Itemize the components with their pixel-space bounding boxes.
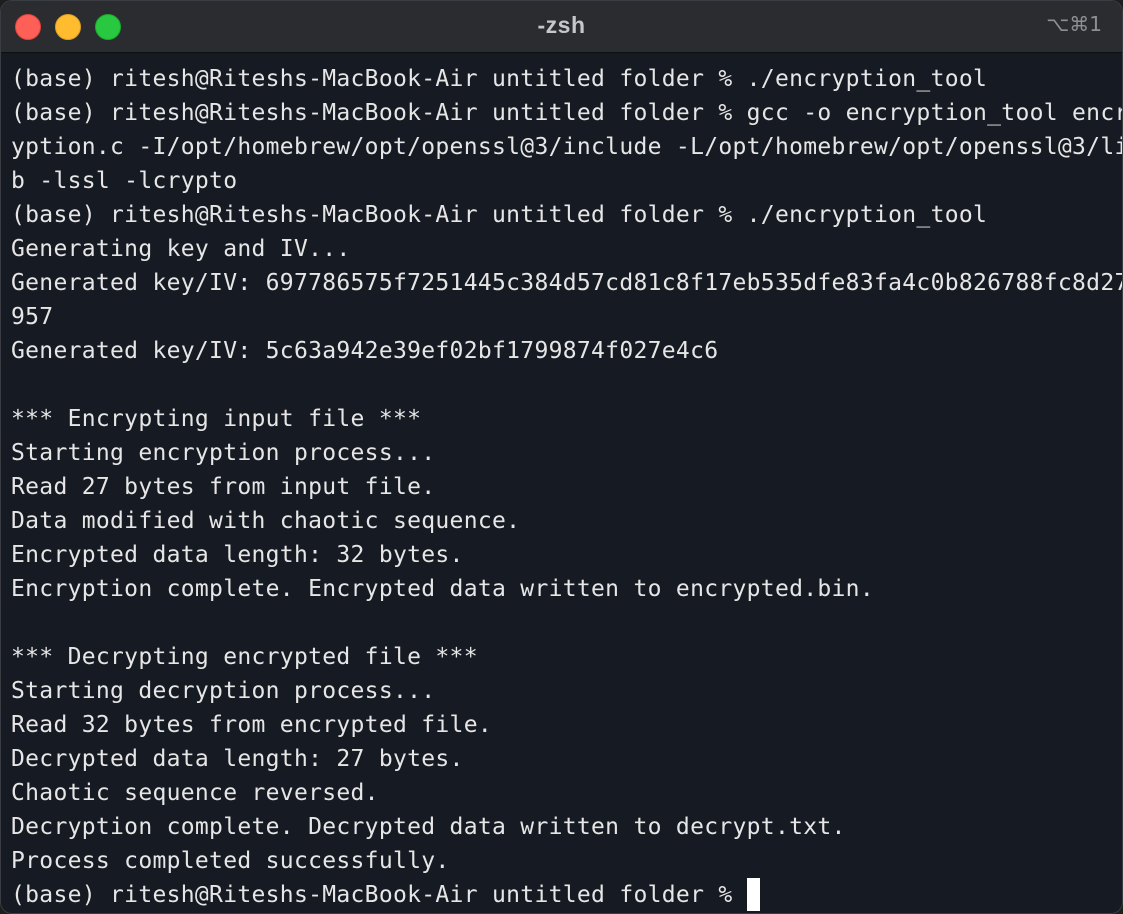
terminal-output-area[interactable]: (base) ritesh@Riteshs-MacBook-Air untitl… — [1, 53, 1123, 913]
terminal-line: Read 27 bytes from input file. — [11, 474, 436, 500]
window-title: -zsh — [537, 12, 586, 38]
terminal-line: (base) ritesh@Riteshs-MacBook-Air untitl… — [11, 100, 1123, 126]
terminal-line: Read 32 bytes from encrypted file. — [11, 712, 493, 738]
terminal-line: Generated key/IV: 697786575f7251445c384d… — [11, 270, 1123, 296]
terminal-line: (base) ritesh@Riteshs-MacBook-Air untitl… — [11, 66, 988, 92]
terminal-line: Generating key and IV... — [11, 236, 351, 262]
text-cursor — [746, 878, 760, 911]
terminal-line: *** Decrypting encrypted file *** — [11, 644, 478, 670]
title-bar[interactable]: -zsh ⌥⌘1 — [1, 1, 1122, 53]
terminal-line: Starting decryption process... — [11, 678, 436, 704]
terminal-prompt: (base) ritesh@Riteshs-MacBook-Air untitl… — [11, 882, 747, 908]
terminal-line: (base) ritesh@Riteshs-MacBook-Air untitl… — [11, 202, 988, 228]
terminal-line: b -lssl -lcrypto — [11, 168, 238, 194]
terminal-line: Data modified with chaotic sequence. — [11, 508, 521, 534]
terminal-window: -zsh ⌥⌘1 (base) ritesh@Riteshs-MacBook-A… — [0, 0, 1123, 914]
window-shortcut-hint: ⌥⌘1 — [1046, 12, 1102, 36]
terminal-line: Encrypted data length: 32 bytes. — [11, 542, 464, 568]
terminal-line: Process completed successfully. — [11, 848, 450, 874]
terminal-line: Chaotic sequence reversed. — [11, 780, 379, 806]
terminal-line: Decryption complete. Decrypted data writ… — [11, 814, 846, 840]
terminal-line: 957 — [11, 304, 54, 330]
terminal-line: Generated key/IV: 5c63a942e39ef02bf17998… — [11, 338, 719, 364]
terminal-line: yption.c -I/opt/homebrew/opt/openssl@3/i… — [11, 134, 1123, 160]
terminal-line: Encryption complete. Encrypted data writ… — [11, 576, 874, 602]
terminal-prompt-line[interactable]: (base) ritesh@Riteshs-MacBook-Air untitl… — [11, 878, 1112, 912]
terminal-line: *** Encrypting input file *** — [11, 406, 422, 432]
terminal-line: Starting encryption process... — [11, 440, 436, 466]
terminal-line: Decrypted data length: 27 bytes. — [11, 746, 464, 772]
